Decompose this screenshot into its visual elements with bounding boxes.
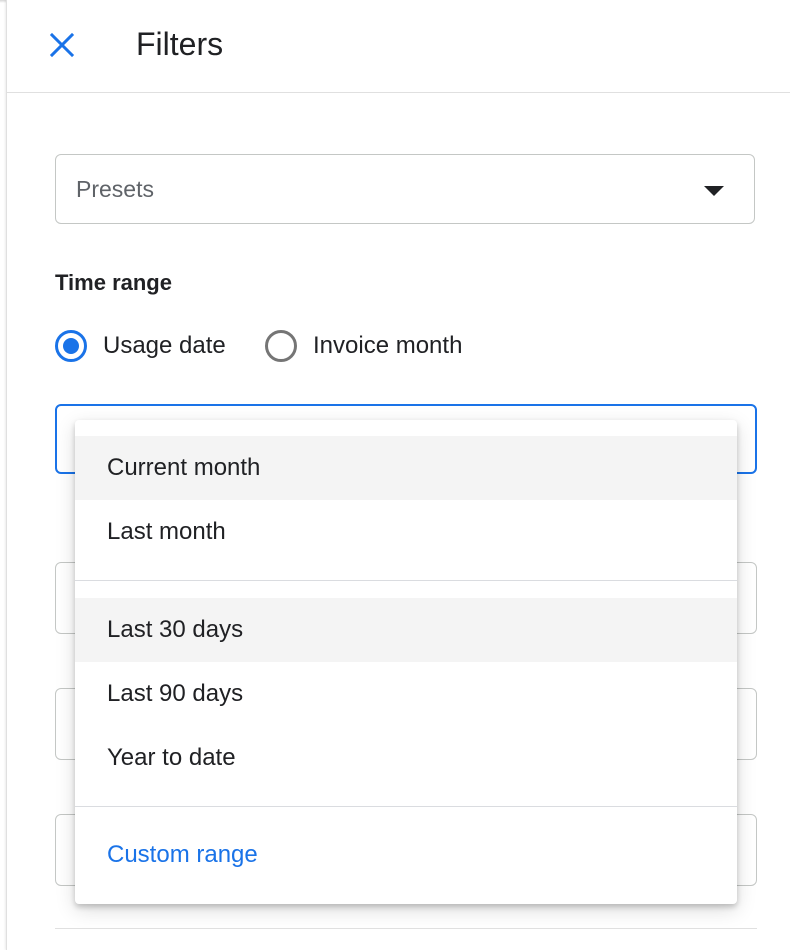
time-range-label: Time range [55, 270, 172, 295]
radio-unchecked-icon [265, 330, 297, 362]
menu-divider [75, 580, 737, 581]
arrow-drop-down-icon [704, 186, 724, 196]
menu-item-current-month[interactable]: Current month [75, 436, 737, 500]
menu-item-year-to-date[interactable]: Year to date [75, 726, 737, 790]
radio-label-invoice-month: Invoice month [313, 332, 463, 359]
radio-label-usage-date: Usage date [103, 332, 226, 359]
panel-header: Filters [7, 0, 790, 93]
close-icon [49, 32, 75, 58]
menu-divider [75, 806, 737, 807]
menu-item-last-30-days[interactable]: Last 30 days [75, 598, 737, 662]
close-button[interactable] [41, 24, 83, 66]
section-divider [55, 928, 757, 929]
time-range-dropdown-menu: Current month Last month Last 30 days La… [75, 420, 737, 904]
page-title: Filters [136, 26, 224, 62]
presets-select[interactable]: Presets [55, 154, 755, 224]
menu-item-custom-range[interactable]: Custom range [75, 823, 737, 887]
filters-panel: Filters Presets Time range Usage date In… [6, 0, 790, 950]
radio-usage-date[interactable]: Usage date [55, 330, 226, 362]
menu-item-last-month[interactable]: Last month [75, 500, 737, 564]
radio-checked-icon [55, 330, 87, 362]
presets-label: Presets [76, 176, 154, 202]
radio-invoice-month[interactable]: Invoice month [265, 330, 462, 362]
menu-item-last-90-days[interactable]: Last 90 days [75, 662, 737, 726]
